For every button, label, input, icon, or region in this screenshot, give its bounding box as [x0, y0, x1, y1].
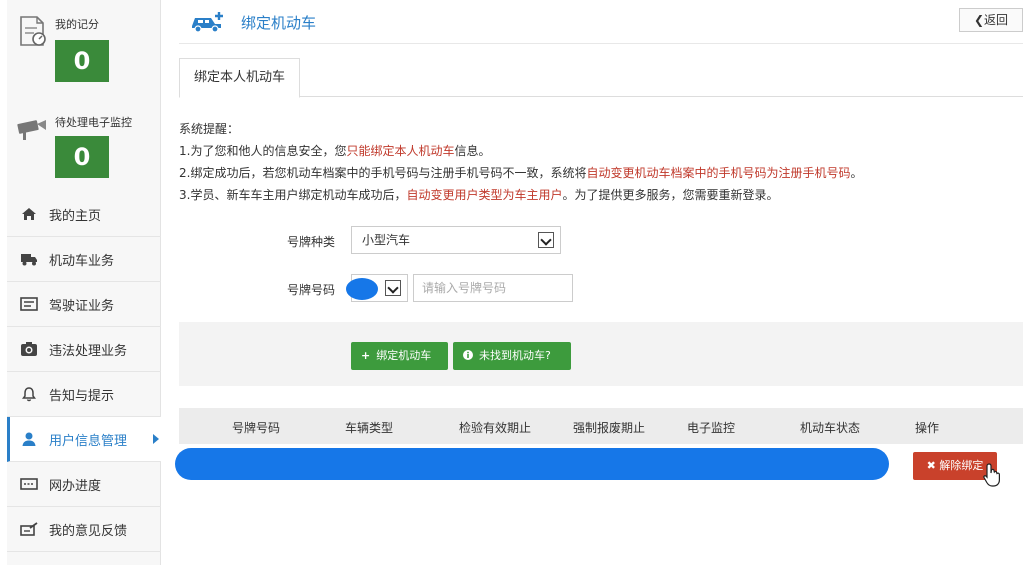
camera-monitor-icon: [15, 112, 49, 146]
pending-monitor-value[interactable]: 0: [55, 136, 109, 178]
info-icon: [463, 342, 473, 370]
redaction-blob: [346, 278, 378, 300]
sidebar-item-user-info[interactable]: 用户信息管理: [7, 417, 161, 462]
back-button[interactable]: ❮返回: [959, 8, 1023, 32]
score-document-icon: [15, 14, 49, 48]
tab-bar: 绑定本人机动车: [179, 58, 1023, 98]
close-icon: ✖: [926, 459, 940, 472]
vehicle-table: 号牌号码 车辆类型 检验有效期止 强制报废期止 电子监控 机动车状态 操作 ✖ …: [175, 408, 1023, 488]
column-header: 机动车状态: [800, 421, 861, 435]
camera-icon: [19, 339, 39, 359]
sidebar: 我的记分 0 待处理电子监控 0 我的主页 机动车业务 驾驶证业务 违法处理业务…: [7, 0, 161, 565]
sidebar-item-violation[interactable]: 违法处理业务: [7, 327, 161, 372]
system-notice: 系统提醒： 1.为了您和他人的信息安全，您只能绑定本人机动车信息。 2.绑定成功…: [179, 118, 1023, 206]
column-header: 强制报废期止: [573, 421, 646, 435]
user-icon: [19, 429, 39, 449]
column-header: 检验有效期止: [459, 421, 532, 435]
notice-line-3: 3.学员、新车车主用户绑定机动车成功后，自动变更用户类型为车主用户。为了提供更多…: [179, 188, 779, 202]
tab-bind-own-vehicle[interactable]: 绑定本人机动车: [179, 58, 301, 98]
plate-type-row: 号牌种类 小型汽车: [179, 226, 1023, 256]
license-card-icon: [19, 294, 39, 314]
sidebar-item-home[interactable]: 我的主页: [7, 192, 161, 237]
redaction-bar: [175, 448, 889, 480]
plate-number-input[interactable]: [413, 274, 573, 302]
sidebar-item-label: 机动车业务: [49, 253, 115, 269]
feedback-icon: [19, 519, 39, 539]
chevron-down-icon[interactable]: [385, 280, 401, 296]
score-label: 我的记分: [55, 18, 99, 31]
score-card[interactable]: 我的记分 0: [7, 0, 161, 96]
sidebar-item-label: 驾驶证业务: [49, 298, 115, 314]
plate-type-label: 号牌种类: [286, 235, 335, 249]
plate-prefix-select[interactable]: [346, 274, 408, 302]
pending-monitor-label: 待处理电子监控: [55, 116, 132, 129]
truck-icon: [19, 249, 39, 269]
progress-icon: [19, 474, 39, 494]
notice-line-2: 2.绑定成功后，若您机动车档案中的手机号码与注册手机号码不一致，系统将自动变更机…: [179, 166, 863, 180]
sidebar-item-label: 我的意见反馈: [49, 523, 128, 539]
table-header: 号牌号码 车辆类型 检验有效期止 强制报废期止 电子监控 机动车状态 操作: [179, 408, 1023, 444]
column-header: 电子监控: [687, 421, 736, 435]
notice-heading: 系统提醒：: [179, 122, 240, 136]
page-title: 绑定机动车: [241, 14, 317, 32]
sidebar-item-license[interactable]: 驾驶证业务: [7, 282, 161, 327]
pending-monitor-card[interactable]: 待处理电子监控 0: [7, 102, 161, 198]
vehicle-not-found-label: 未找到机动车?: [479, 349, 551, 362]
car-plus-icon: [189, 10, 227, 34]
column-header: 号牌号码: [232, 421, 281, 435]
main-content: 绑定机动车 ❮返回 绑定本人机动车 系统提醒： 1.为了您和他人的信息安全，您只…: [175, 0, 1023, 565]
table-row: ✖ 解除绑定: [175, 444, 1023, 488]
sidebar-item-progress[interactable]: 网办进度: [7, 462, 161, 507]
score-value[interactable]: 0: [55, 40, 109, 82]
sidebar-item-notice[interactable]: 告知与提示: [7, 372, 161, 417]
sidebar-item-label: 网办进度: [49, 478, 102, 494]
bind-vehicle-label: 绑定机动车: [376, 349, 432, 362]
sidebar-item-vehicle[interactable]: 机动车业务: [7, 237, 161, 282]
vehicle-not-found-button[interactable]: 未找到机动车?: [453, 342, 571, 370]
plate-number-row: 号牌号码: [179, 274, 1023, 304]
plate-number-label: 号牌号码: [286, 283, 335, 297]
plate-type-select[interactable]: 小型汽车: [351, 226, 561, 254]
sidebar-item-label: 告知与提示: [49, 388, 115, 404]
sidebar-item-feedback[interactable]: 我的意见反馈: [7, 507, 161, 552]
notice-line-1: 1.为了您和他人的信息安全，您只能绑定本人机动车信息。: [179, 144, 491, 158]
page-header: 绑定机动车 ❮返回: [179, 0, 1023, 44]
chevron-down-icon[interactable]: [538, 232, 554, 248]
plus-icon: +: [361, 349, 371, 362]
column-header: 车辆类型: [345, 421, 394, 435]
sidebar-menu: 我的主页 机动车业务 驾驶证业务 违法处理业务 告知与提示 用户信息管理 网办进…: [7, 192, 161, 552]
bind-vehicle-button[interactable]: + 绑定机动车: [351, 342, 448, 370]
bell-icon: [19, 384, 39, 404]
sidebar-item-label: 我的主页: [49, 208, 102, 224]
sidebar-item-label: 违法处理业务: [49, 343, 128, 359]
sidebar-item-label: 用户信息管理: [49, 433, 128, 449]
hand-cursor-icon: [982, 462, 1004, 488]
caret-right-icon: [153, 434, 159, 444]
column-header: 操作: [915, 421, 940, 435]
action-bar: + 绑定机动车 未找到机动车?: [179, 322, 1023, 386]
plate-type-value: 小型汽车: [362, 233, 411, 247]
home-icon: [19, 204, 39, 224]
unbind-label: 解除绑定: [939, 459, 984, 472]
